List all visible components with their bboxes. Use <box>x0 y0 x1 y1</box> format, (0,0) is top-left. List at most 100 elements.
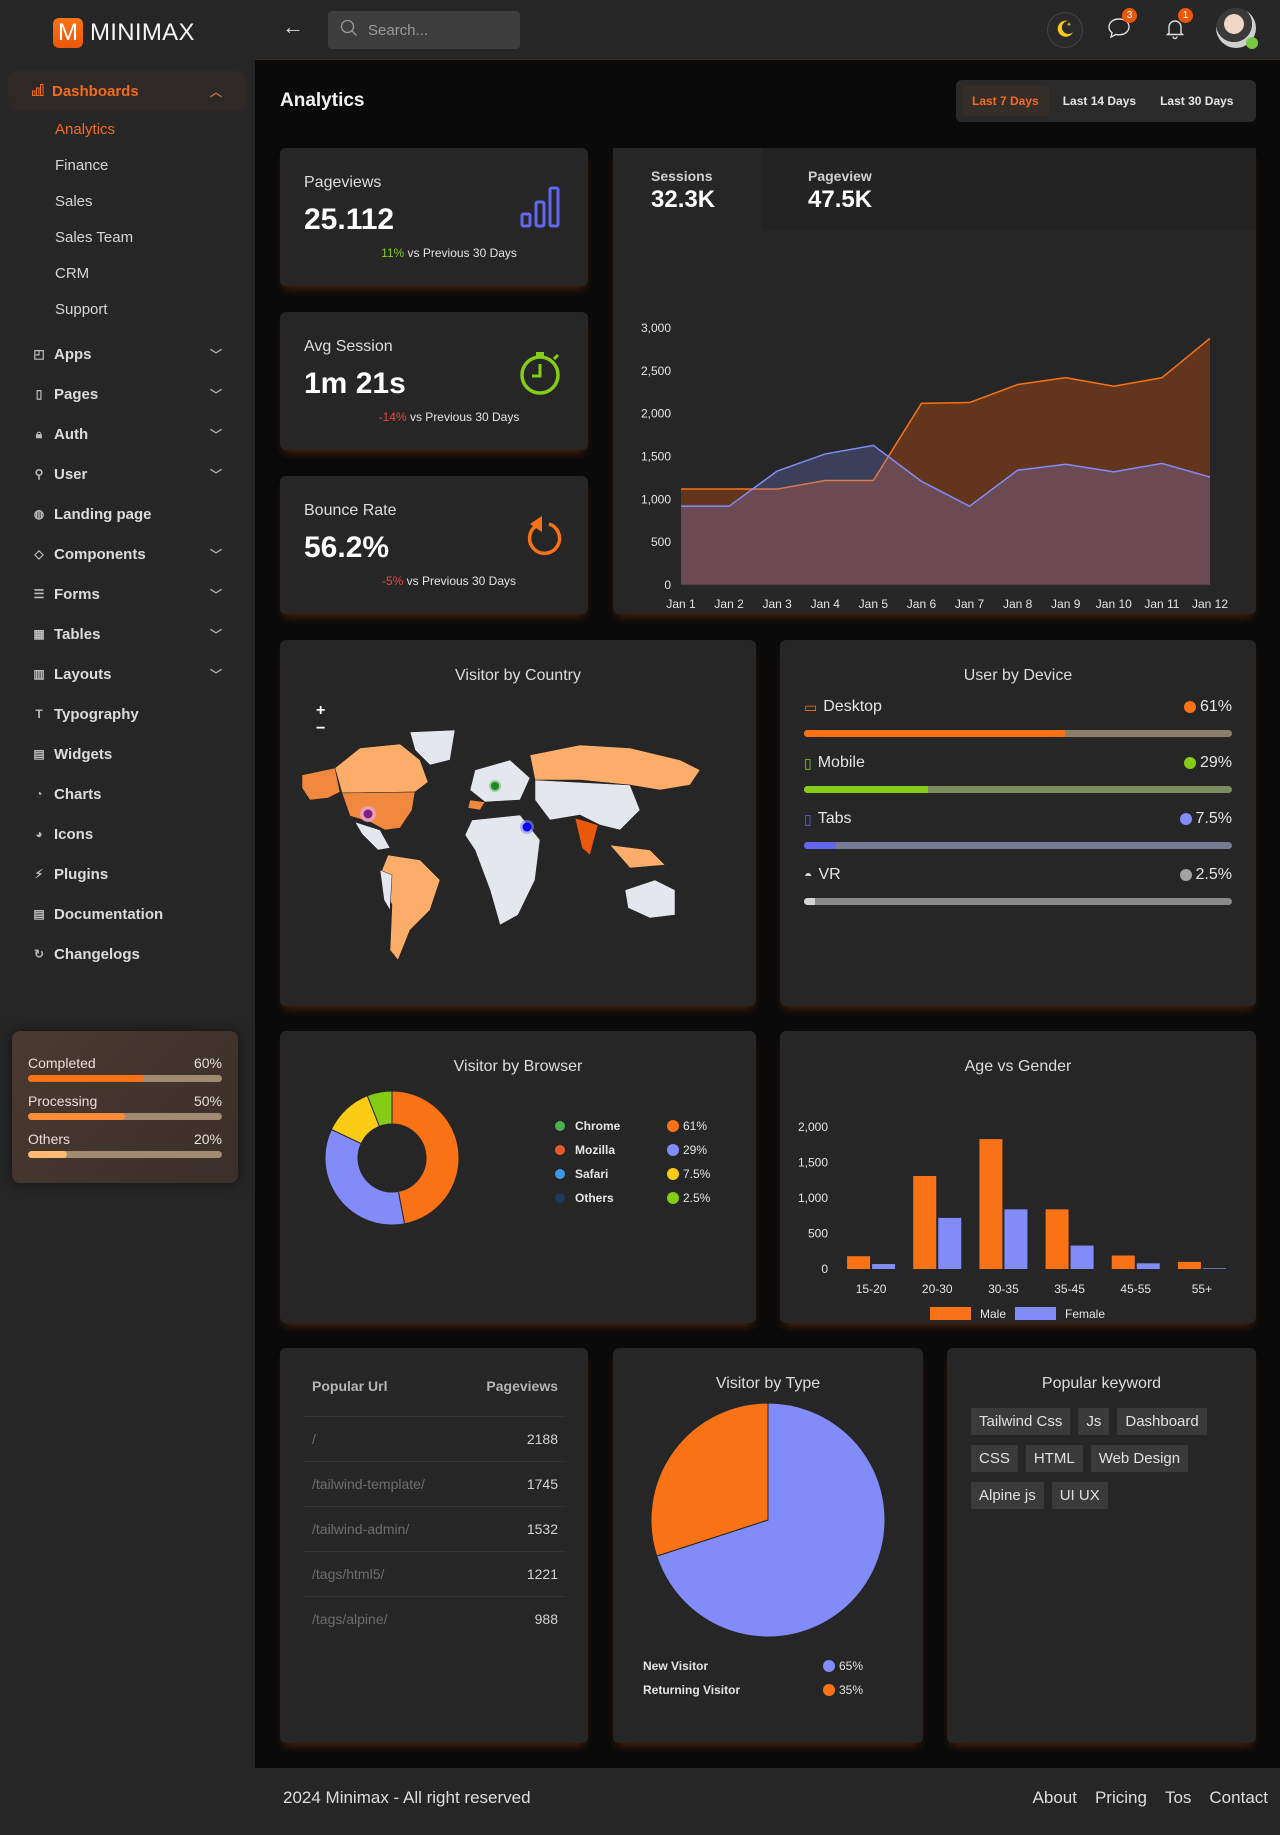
donut-slice-chrome[interactable] <box>391 1090 460 1225</box>
keyword-tag[interactable]: Tailwind Css <box>971 1408 1071 1435</box>
url-cell[interactable]: /tailwind-admin/ <box>312 1521 409 1537</box>
table-row[interactable]: /tailwind-admin/1532 <box>304 1506 566 1551</box>
theme-toggle-button[interactable] <box>1047 12 1083 48</box>
bar-female-30-35[interactable] <box>1004 1209 1028 1269</box>
url-cell[interactable]: /tailwind-template/ <box>312 1476 425 1492</box>
sessions-tab[interactable]: Sessions 32.3K <box>613 148 763 230</box>
moon-icon <box>1054 17 1076 44</box>
legend-swatch-female[interactable] <box>1015 1307 1056 1320</box>
bar-female-45-55[interactable] <box>1136 1263 1160 1269</box>
keyword-tag[interactable]: Js <box>1078 1408 1110 1435</box>
keyword-tag[interactable]: Web Design <box>1090 1445 1189 1472</box>
bar-male-45-55[interactable] <box>1111 1255 1135 1269</box>
donut-slice-mozilla[interactable] <box>324 1128 406 1226</box>
notifications-button[interactable]: 1 <box>1157 8 1193 48</box>
sidebar-item-plugins[interactable]: ⚡︎ Plugins <box>32 862 232 886</box>
kpi-value: 32.3K <box>651 186 716 213</box>
table-row[interactable]: / 2188 <box>304 1416 566 1461</box>
sidebar-group-dashboards[interactable]: Dashboards ︿ <box>8 71 246 111</box>
footer-link-tos[interactable]: Tos <box>1165 1788 1191 1808</box>
sidebar-item-documentation[interactable]: ▤ Documentation <box>32 902 232 926</box>
range-tab-last-7-days[interactable]: Last 7 Days <box>962 86 1049 116</box>
visitor-by-country-card: Visitor by Country + − <box>280 640 756 1006</box>
device-value-group: 29% <box>1183 754 1232 772</box>
submenu-item-finance[interactable]: Finance <box>55 157 108 174</box>
bar-female-35-45[interactable] <box>1070 1245 1094 1269</box>
bar-male-20-30[interactable] <box>913 1175 937 1269</box>
sidebar-item-label: Components <box>54 545 146 563</box>
sidebar-item-tables[interactable]: ▦ Tables ﹀ <box>32 622 232 646</box>
range-tab-last-14-days[interactable]: Last 14 Days <box>1053 86 1146 116</box>
keyword-tag[interactable]: UI UX <box>1051 1482 1108 1509</box>
keyword-tag[interactable]: CSS <box>971 1445 1018 1472</box>
url-cell[interactable]: / <box>312 1431 316 1447</box>
url-cell[interactable]: /tags/alpine/ <box>312 1611 388 1627</box>
table-icon: ▦ <box>33 627 45 641</box>
age-vs-gender-card: Age vs Gender 0 500 1,000 1,500 2,000 15-20 20… <box>780 1031 1256 1323</box>
bar-male-30-35[interactable] <box>979 1139 1003 1269</box>
progress-track <box>28 1075 222 1082</box>
sidebar-item-apps[interactable]: ◰ Apps ﹀ <box>32 342 232 366</box>
sidebar-item-changelogs[interactable]: ↻ Changelogs <box>32 942 232 966</box>
logo[interactable]: M MINIMAX <box>53 18 195 48</box>
submenu-item-crm[interactable]: CRM <box>55 265 89 282</box>
stat-value: 25.112 <box>304 203 395 236</box>
progress-label: Processing <box>28 1093 98 1109</box>
keyword-tag[interactable]: Dashboard <box>1117 1408 1207 1435</box>
messages-button[interactable]: 3 <box>1101 8 1137 48</box>
bar-male-35-45[interactable] <box>1045 1209 1069 1269</box>
back-arrow-icon[interactable]: ← <box>282 14 304 40</box>
bar-male-15-20[interactable] <box>847 1256 871 1269</box>
footer-link-pricing[interactable]: Pricing <box>1095 1788 1147 1808</box>
bar-female-20-30[interactable] <box>938 1217 962 1269</box>
world-map[interactable] <box>280 730 756 960</box>
sidebar-item-layouts[interactable]: ▥ Layouts ﹀ <box>32 662 232 686</box>
device-bar-track <box>804 842 1232 849</box>
sidebar-item-icons[interactable]: ◕ Icons <box>32 822 232 846</box>
sidebar-item-typography[interactable]: T Typography <box>32 702 232 726</box>
map-europe-africa <box>464 759 541 926</box>
table-row[interactable]: /tags/html5/1221 <box>304 1551 566 1596</box>
legend-value: 29% <box>683 1143 708 1157</box>
delta-percent: -5% <box>381 574 404 588</box>
app-name: MINIMAX <box>90 19 195 46</box>
chevron-down-icon: ﹀ <box>209 427 222 442</box>
sidebar-item-charts[interactable]: ◔ Charts <box>32 782 232 806</box>
map-zoom-in-button[interactable]: + <box>316 702 325 720</box>
x-tick-label: Jan 3 <box>763 597 793 611</box>
sidebar-item-label: Charts <box>54 785 102 803</box>
sidebar-item-components[interactable]: ◇ Components ﹀ <box>32 542 232 566</box>
x-tick-label: Jan 7 <box>955 597 985 611</box>
plug-icon: ⚡︎ <box>34 867 44 881</box>
sidebar-item-pages[interactable]: ▯ Pages ﹀ <box>32 382 232 406</box>
table-row[interactable]: /tags/alpine/988 <box>304 1596 566 1641</box>
url-cell[interactable]: /tags/html5/ <box>312 1566 384 1582</box>
search-input[interactable] <box>368 21 508 39</box>
sidebar-item-widgets[interactable]: ▤ Widgets <box>32 742 232 766</box>
submenu-item-support[interactable]: Support <box>55 301 108 318</box>
footer-link-about[interactable]: About <box>1033 1788 1077 1808</box>
bar-female-55+[interactable] <box>1202 1268 1226 1269</box>
user-avatar[interactable] <box>1216 8 1258 49</box>
legend-item-mozilla: Mozilla 29% <box>555 1143 715 1157</box>
submenu-item-sales[interactable]: Sales <box>55 193 93 210</box>
keyword-tag[interactable]: HTML <box>1025 1445 1083 1472</box>
progress-label-row: Processing 50% <box>28 1093 222 1109</box>
sidebar-item-landing-page[interactable]: ◍ Landing page <box>32 502 232 526</box>
range-tab-last-30-days[interactable]: Last 30 Days <box>1150 86 1243 116</box>
table-row[interactable]: /tailwind-template/1745 <box>304 1461 566 1506</box>
bar-male-55+[interactable] <box>1177 1261 1201 1269</box>
progress-track <box>28 1113 222 1120</box>
footer-link-contact[interactable]: Contact <box>1209 1788 1268 1808</box>
submenu-item-analytics[interactable]: Analytics <box>55 121 115 138</box>
sidebar-item-forms[interactable]: ☰ Forms ﹀ <box>32 582 232 606</box>
sidebar-item-label: Documentation <box>54 905 164 923</box>
search-box[interactable] <box>328 11 520 49</box>
sidebar-item-user[interactable]: ⚲ User ﹀ <box>32 462 232 486</box>
bar-female-15-20[interactable] <box>872 1264 896 1269</box>
pageview-tab[interactable]: Pageview 47.5K <box>763 148 1256 230</box>
legend-swatch-male[interactable] <box>930 1307 971 1320</box>
keyword-tag[interactable]: Alpine js <box>971 1482 1044 1509</box>
submenu-item-sales-team[interactable]: Sales Team <box>55 229 133 246</box>
sidebar-item-auth[interactable]: 🔒︎ Auth ﹀ <box>32 422 232 446</box>
